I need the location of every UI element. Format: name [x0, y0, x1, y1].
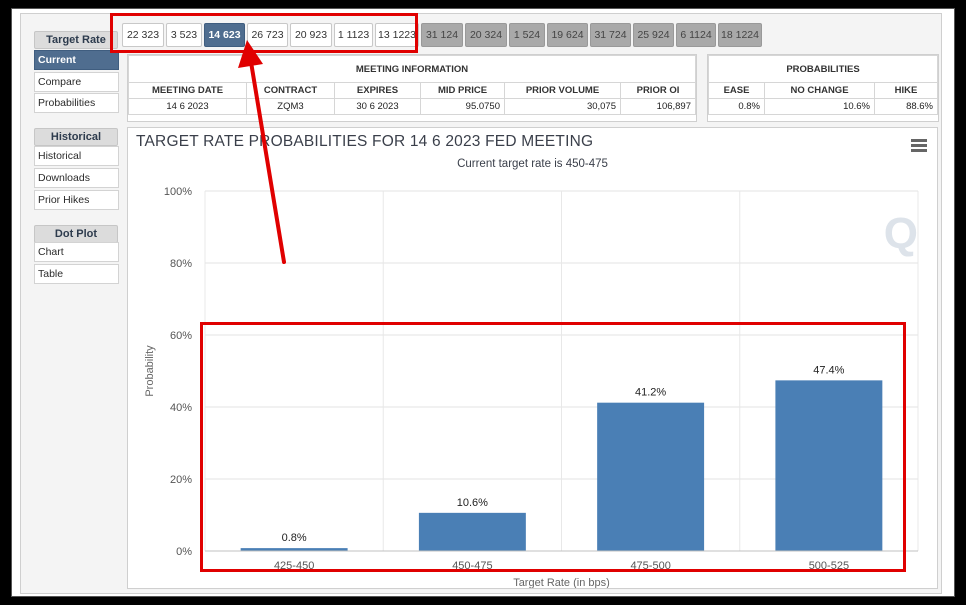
x-axis-title: Target Rate (in bps) [513, 577, 610, 588]
column-header: PRIOR OI [620, 82, 696, 99]
probabilities-header: PROBABILITIES [708, 55, 938, 83]
chart-subtitle: Current target rate is 450-475 [457, 158, 608, 170]
column-header: EASE [708, 82, 765, 99]
tab-meeting-date[interactable]: 22 323 [122, 23, 164, 47]
sidebar-item-compare[interactable]: Compare [34, 72, 119, 92]
sidebar-header-historical: Historical [34, 128, 118, 146]
tab-meeting-date[interactable]: 13 1223 [375, 23, 419, 47]
hike-cell: 88.6% [874, 98, 938, 115]
data-label: 0.8% [282, 532, 307, 544]
data-label: 41.2% [635, 387, 666, 399]
x-tick-label: 450-475 [452, 560, 492, 572]
mid-price-cell: 95.0750 [420, 98, 505, 115]
hamburger-icon[interactable] [911, 139, 927, 152]
no-change-cell: 10.6% [764, 98, 875, 115]
probability-bar-chart: 0% 20% 40% 60% 80% 100% 0.8% 425-450 10.6% 450-47… [144, 186, 919, 588]
column-header: HIKE [874, 82, 938, 99]
prior-volume-cell: 30,075 [504, 98, 621, 115]
sidebar-item-prior-hikes[interactable]: Prior Hikes [34, 190, 119, 210]
contract-cell: ZQM3 [246, 98, 335, 115]
column-header: CONTRACT [246, 82, 335, 99]
sidebar-item-current[interactable]: Current [34, 50, 119, 70]
tab-meeting-date[interactable]: 3 523 [166, 23, 202, 47]
tab-meeting-date[interactable]: 20 324 [465, 23, 507, 47]
column-header: MEETING DATE [128, 82, 247, 99]
tab-meeting-date-active[interactable]: 14 623 [204, 23, 245, 47]
tab-meeting-date[interactable]: 25 924 [633, 23, 674, 47]
tab-meeting-date[interactable]: 18 1224 [718, 23, 762, 47]
chart-title: TARGET RATE PROBABILITIES FOR 14 6 2023 … [136, 133, 594, 150]
meeting-info-header: MEETING INFORMATION [128, 55, 696, 83]
data-label: 10.6% [457, 497, 488, 509]
tab-meeting-date[interactable]: 31 124 [421, 23, 463, 47]
tab-meeting-date[interactable]: 31 724 [590, 23, 631, 47]
screenshot-frame: Target Rate Current Compare Probabilitie… [11, 8, 955, 597]
tab-meeting-date[interactable]: 20 923 [290, 23, 332, 47]
probabilities-table: PROBABILITIES EASE NO CHANGE HIKE 0.8% 1… [707, 54, 939, 122]
sidebar-item-table[interactable]: Table [34, 264, 119, 284]
y-tick-label: 40% [170, 402, 192, 414]
y-tick-label: 100% [164, 186, 192, 198]
column-header: MID PRICE [420, 82, 505, 99]
sidebar-header-dot-plot: Dot Plot [34, 225, 118, 243]
x-tick-label: 425-450 [274, 560, 314, 572]
sidebar-item-probabilities[interactable]: Probabilities [34, 93, 119, 113]
prior-oi-cell: 106,897 [620, 98, 696, 115]
tab-meeting-date[interactable]: 6 1124 [676, 23, 716, 47]
tab-meeting-date[interactable]: 1 1123 [334, 23, 373, 47]
column-header: NO CHANGE [764, 82, 875, 99]
watermark-logo-icon: Q [884, 209, 918, 258]
column-header: PRIOR VOLUME [504, 82, 621, 99]
ease-cell: 0.8% [708, 98, 765, 115]
bar [775, 380, 883, 551]
sidebar-item-historical[interactable]: Historical [34, 146, 119, 166]
x-tick-label: 475-500 [630, 560, 670, 572]
data-label: 47.4% [813, 364, 844, 376]
y-tick-label: 20% [170, 474, 192, 486]
y-tick-label: 80% [170, 258, 192, 270]
x-tick-label: 500-525 [809, 560, 849, 572]
y-axis-title: Probability [144, 345, 156, 397]
column-header: EXPIRES [334, 82, 421, 99]
meeting-date-cell: 14 6 2023 [128, 98, 247, 115]
expires-cell: 30 6 2023 [334, 98, 421, 115]
bar [418, 512, 526, 551]
fedwatch-panel: Target Rate Current Compare Probabilitie… [20, 13, 942, 594]
tab-meeting-date[interactable]: 19 624 [547, 23, 588, 47]
chart-panel: 0% 20% 40% 60% 80% 100% 0.8% 425-450 10.6% 450-47… [127, 127, 938, 589]
tab-meeting-date[interactable]: 26 723 [247, 23, 288, 47]
sidebar-item-chart[interactable]: Chart [34, 242, 119, 262]
tab-meeting-date[interactable]: 1 524 [509, 23, 545, 47]
y-tick-label: 0% [176, 546, 192, 558]
meeting-info-table: MEETING INFORMATION MEETING DATE CONTRAC… [127, 54, 697, 122]
y-tick-label: 60% [170, 330, 192, 342]
sidebar-item-downloads[interactable]: Downloads [34, 168, 119, 188]
sidebar-header-target-rate: Target Rate [34, 31, 118, 49]
bar [597, 402, 705, 551]
